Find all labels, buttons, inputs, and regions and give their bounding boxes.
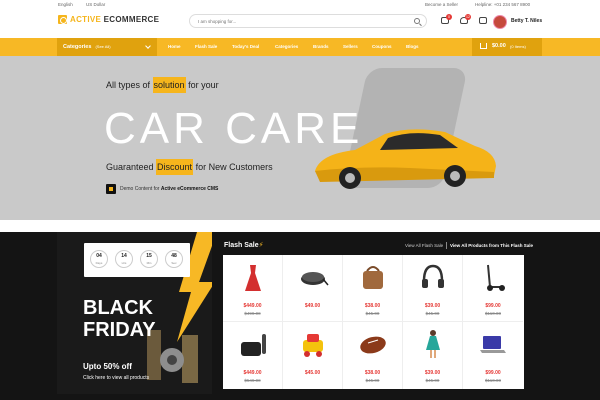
nav-home[interactable]: Home bbox=[168, 44, 181, 49]
product-card[interactable]: $99.00 $110.00 bbox=[463, 322, 523, 389]
hero-banner[interactable]: All types of solution for your CAR CARE … bbox=[0, 56, 600, 220]
helpline-text: Helpline: +01 234 567 8900 bbox=[475, 2, 531, 7]
product-card[interactable]: $449.00 $549.00 bbox=[223, 322, 283, 389]
hero-subtitle: Guaranteed Discount for New Customers bbox=[106, 159, 273, 175]
bolt-icon: ⚡ bbox=[258, 242, 264, 249]
section-divider bbox=[0, 220, 600, 232]
discount-text: Upto 50% off bbox=[83, 362, 132, 371]
countdown-seconds: 48 Sec bbox=[165, 250, 183, 268]
wishlist-icon[interactable]: 12 bbox=[460, 14, 471, 24]
countdown-hours: 14 Hrs bbox=[115, 250, 133, 268]
apple-tv-image bbox=[241, 334, 266, 356]
product-card[interactable]: $38.00 $45.00 bbox=[343, 322, 403, 389]
become-seller-link[interactable]: Become a Seller bbox=[425, 2, 458, 7]
nav-todays-deal[interactable]: Today's Deal bbox=[232, 44, 259, 49]
link-separator bbox=[446, 242, 447, 249]
black-friday-title: BLACK FRIDAY bbox=[83, 297, 156, 341]
nav-flash-sale[interactable]: Flash Sale bbox=[195, 44, 217, 49]
logo[interactable]: ACTIVE ECOMMERCE bbox=[58, 15, 159, 24]
hero-tagline: All types of solution for your bbox=[106, 77, 219, 93]
car-image bbox=[315, 129, 496, 189]
currency-selector[interactable]: US Dollar bbox=[86, 2, 105, 7]
search-bar bbox=[189, 14, 427, 28]
product-card[interactable]: $99.00 $110.00 bbox=[463, 255, 523, 322]
hero-demo-note: Demo Content for Active eCommerce CMS bbox=[106, 184, 218, 194]
product-card[interactable]: $49.00 bbox=[283, 255, 343, 322]
dress-image bbox=[245, 265, 261, 291]
view-products-link[interactable]: Click here to view all products bbox=[83, 375, 149, 381]
lock-icon bbox=[106, 184, 116, 194]
product-card[interactable]: $39.00 $45.00 bbox=[403, 322, 463, 389]
headphones-image bbox=[422, 264, 444, 288]
notification-icon[interactable] bbox=[479, 17, 487, 24]
view-all-products-link[interactable]: View All Products from This Flash Sale bbox=[450, 243, 533, 248]
doll-image bbox=[426, 330, 440, 358]
avatar[interactable] bbox=[493, 15, 507, 29]
laptop-image bbox=[480, 336, 506, 353]
scooter-image bbox=[487, 264, 505, 291]
product-card[interactable]: $39.00 $45.00 bbox=[403, 255, 463, 322]
nav-blogs[interactable]: Blogs bbox=[406, 44, 419, 49]
product-card[interactable]: $449.00 $499.00 bbox=[223, 255, 283, 322]
flash-sale-title: Flash Sale⚡ bbox=[224, 242, 264, 249]
main-nav: Categories (See All) Home Flash Sale Toda… bbox=[0, 38, 600, 56]
product-card[interactable]: $38.00 $45.00 bbox=[343, 255, 403, 322]
countdown-timer: 04 Days 14 Hrs 15 Min 48 Sec bbox=[84, 243, 190, 277]
nav-brands[interactable]: Brands bbox=[313, 44, 329, 49]
view-all-flash-sale-link[interactable]: View All Flash Sale bbox=[405, 243, 443, 248]
wireless-charger-image bbox=[301, 272, 329, 286]
search-input[interactable] bbox=[198, 17, 398, 26]
toy-car-image bbox=[303, 334, 323, 357]
chevron-down-icon bbox=[145, 43, 151, 49]
username[interactable]: Betty T. Niles bbox=[511, 18, 542, 24]
categories-button[interactable]: Categories (See All) bbox=[57, 38, 157, 56]
nav-coupons[interactable]: Coupons bbox=[372, 44, 392, 49]
search-icon[interactable] bbox=[414, 18, 420, 24]
nav-sellers[interactable]: Sellers bbox=[343, 44, 358, 49]
nav-categories[interactable]: Categories bbox=[275, 44, 298, 49]
product-card[interactable]: $45.00 bbox=[283, 322, 343, 389]
logo-icon bbox=[58, 15, 67, 24]
leather-bag-image bbox=[363, 266, 383, 289]
countdown-days: 04 Days bbox=[90, 250, 108, 268]
cart-icon bbox=[480, 43, 487, 49]
compare-icon[interactable]: 0 bbox=[441, 14, 452, 24]
header: English US Dollar Become a Seller Helpli… bbox=[0, 0, 600, 38]
product-grid: $449.00 $499.00 $49.00 $38.00 $45.00 $39… bbox=[223, 255, 524, 389]
countdown-minutes: 15 Min bbox=[140, 250, 158, 268]
cart-button[interactable]: $0.00 (0 Items) bbox=[472, 38, 542, 56]
language-selector[interactable]: English bbox=[58, 2, 73, 7]
football-image bbox=[360, 336, 386, 354]
